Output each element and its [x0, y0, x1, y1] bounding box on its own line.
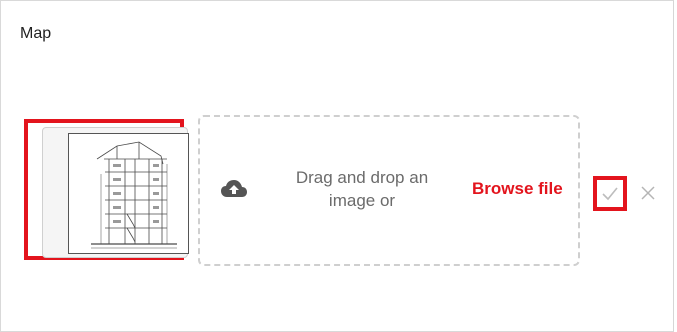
map-field-panel: Map Drag and drop an image or Browse fil… [0, 0, 674, 332]
drop-instructions: Drag and drop an image or [295, 168, 429, 210]
building-section-thumbnail [68, 133, 189, 254]
close-icon [641, 186, 655, 200]
confirm-button[interactable] [593, 176, 627, 211]
thumbnail-highlight [24, 119, 189, 260]
cancel-button[interactable] [638, 183, 658, 203]
check-icon [602, 187, 618, 201]
image-dropzone[interactable]: Drag and drop an image or Browse file [198, 115, 580, 266]
image-thumbnail-card[interactable] [42, 127, 189, 258]
field-label: Map [20, 25, 52, 42]
cloud-upload-icon [221, 179, 247, 199]
browse-file-link[interactable]: Browse file [472, 179, 563, 199]
